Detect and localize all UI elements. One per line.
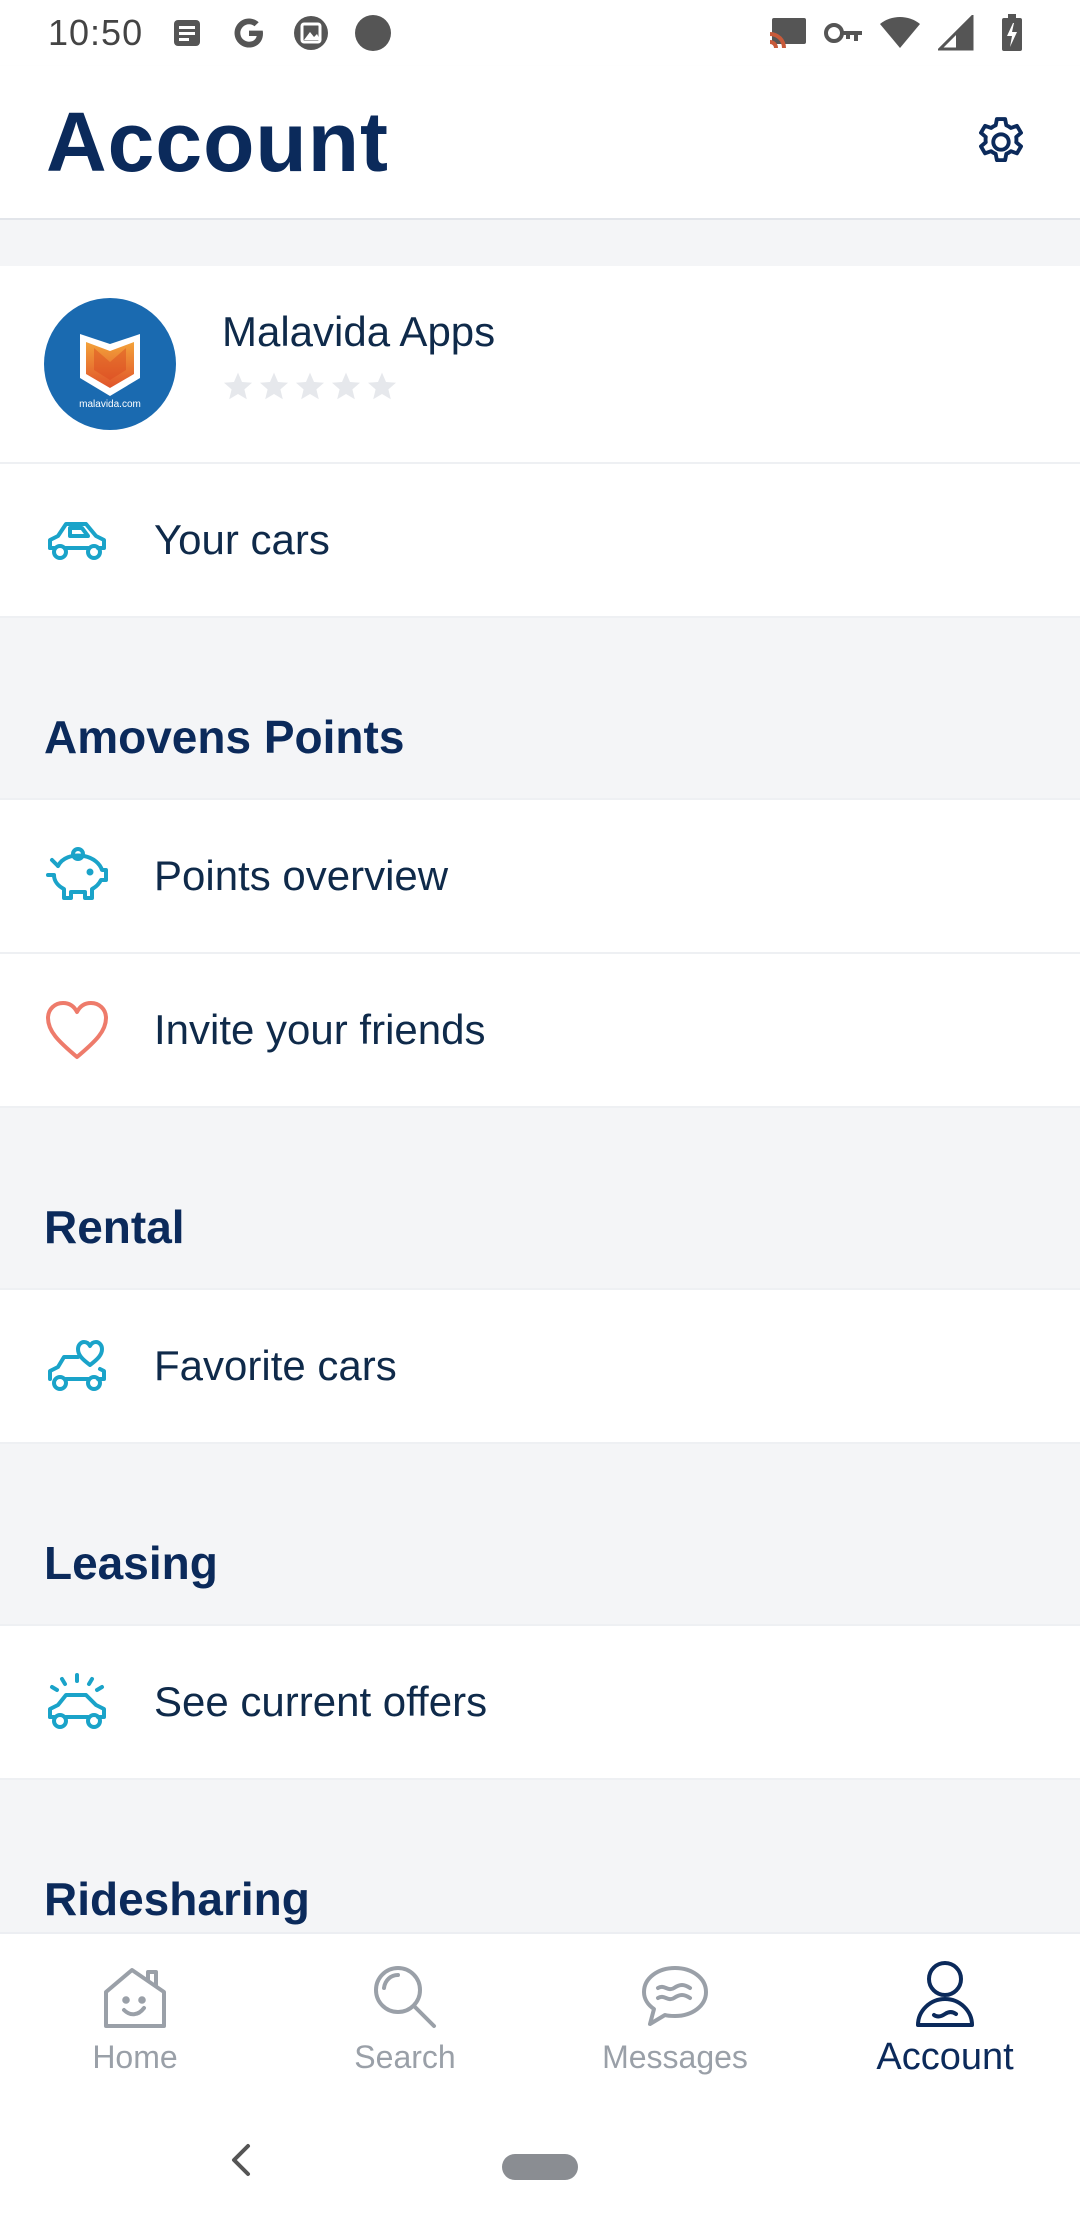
heart-icon [44, 997, 110, 1063]
profile-name: Malavida Apps [222, 308, 496, 355]
settings-button[interactable] [968, 109, 1034, 175]
gear-icon [979, 117, 1023, 163]
piggy-bank-icon [44, 843, 110, 909]
wifi-icon [880, 13, 920, 53]
malavida-logo-icon [80, 334, 140, 396]
nav-search[interactable]: Search [270, 1934, 540, 2100]
nav-messages-label: Messages [602, 2038, 748, 2075]
nav-search-label: Search [354, 2038, 456, 2075]
nav-home[interactable]: Home [0, 1934, 270, 2100]
user-icon [907, 1956, 983, 2032]
section-title: Amovens Points [44, 711, 405, 763]
section-ridesharing: Ridesharing [0, 1780, 1080, 1932]
google-icon [229, 13, 269, 53]
home-pill[interactable] [502, 2154, 578, 2180]
battery-icon [992, 13, 1032, 53]
cast-icon [768, 13, 808, 53]
chat-icon [637, 1959, 713, 2035]
rating-stars [222, 370, 495, 402]
account-screen: 10:50 Account malavida.com Malavida Apps… [0, 0, 1080, 2220]
avatar-caption: malavida.com [79, 399, 141, 410]
section-leasing: Leasing [0, 1444, 1080, 1626]
news-icon [167, 13, 207, 53]
current-offers-item[interactable]: See current offers [0, 1626, 1080, 1780]
star-icon [224, 372, 252, 400]
section-title: Ridesharing [44, 1873, 310, 1925]
status-bar: 10:50 [0, 0, 1080, 66]
signal-icon [936, 13, 976, 53]
profile-card[interactable]: malavida.com Malavida Apps [0, 266, 1080, 464]
section-rental: Rental [0, 1108, 1080, 1290]
back-chevron-icon[interactable] [222, 2140, 258, 2180]
dot-icon [353, 13, 393, 53]
nav-account[interactable]: Account [810, 1934, 1080, 2100]
invite-friends-label: Invite your friends [154, 1006, 486, 1053]
avatar: malavida.com [44, 298, 176, 430]
star-icon [332, 372, 360, 400]
section-title: Leasing [44, 1537, 218, 1589]
page-title: Account [46, 94, 389, 189]
star-icon [368, 372, 396, 400]
your-cars-item[interactable]: Your cars [0, 464, 1080, 618]
status-time: 10:50 [48, 12, 144, 53]
home-icon [97, 1959, 173, 2035]
account-content[interactable]: malavida.com Malavida Apps Your cars Amo… [0, 220, 1080, 1932]
current-offers-label: See current offers [154, 1678, 488, 1725]
favorite-cars-item[interactable]: Favorite cars [0, 1290, 1080, 1444]
your-cars-label: Your cars [154, 516, 330, 563]
star-icon [260, 372, 288, 400]
system-nav-bar [0, 2100, 1080, 2220]
bottom-nav: Home Search Messages Account [0, 1932, 1080, 2100]
points-overview-item[interactable]: Points overview [0, 800, 1080, 954]
invite-friends-item[interactable]: Invite your friends [0, 954, 1080, 1108]
car-sparkle-icon [44, 1669, 110, 1735]
nav-home-label: Home [92, 2038, 178, 2075]
app-header: Account [0, 66, 1080, 220]
favorite-cars-label: Favorite cars [154, 1342, 397, 1389]
section-amovens-points: Amovens Points [0, 618, 1080, 800]
search-icon [367, 1959, 443, 2035]
nav-account-label: Account [876, 2035, 1014, 2078]
points-overview-label: Points overview [154, 852, 449, 899]
car-heart-icon [44, 1333, 110, 1399]
image-icon [291, 13, 331, 53]
car-icon [44, 507, 110, 573]
key-icon [824, 13, 864, 53]
star-icon [296, 372, 324, 400]
nav-messages[interactable]: Messages [540, 1934, 810, 2100]
section-title: Rental [44, 1201, 185, 1253]
